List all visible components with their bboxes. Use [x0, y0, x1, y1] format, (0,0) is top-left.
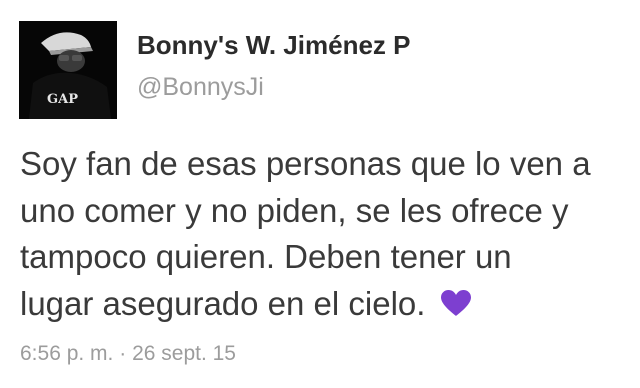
purple-heart-icon	[439, 283, 473, 330]
tweet-text-line-last: lugar asegurado en el cielo.	[20, 281, 632, 330]
tweet-date: 26 sept. 15	[132, 342, 236, 365]
tweet-card: GAP Bonny's W. Jiménez P @BonnysJi Soy f…	[0, 0, 640, 388]
avatar-shirt-text: GAP	[47, 92, 78, 107]
tweet-time: 6:56 p. m.	[20, 342, 114, 365]
tweet-text-line: uno comer y no piden, se les ofrece y	[20, 191, 569, 229]
tweet-text-line: tampoco quieren. Deben tener un	[20, 238, 512, 275]
user-handle[interactable]: @BonnysJi	[137, 73, 264, 102]
tweet-text-line: lugar asegurado en el cielo.	[20, 284, 426, 322]
timestamp-separator: ·	[119, 342, 127, 365]
timestamp[interactable]: 6:56 p. m. · 26 sept. 15	[20, 342, 236, 366]
tweet-text-line: Soy fan de esas personas que lo ven a	[20, 145, 591, 182]
tweet-text: Soy fan de esas personas que lo ven a un…	[20, 141, 632, 329]
display-name[interactable]: Bonny's W. Jiménez P	[137, 30, 410, 61]
avatar-image: GAP	[19, 21, 117, 119]
avatar[interactable]: GAP	[19, 21, 117, 119]
